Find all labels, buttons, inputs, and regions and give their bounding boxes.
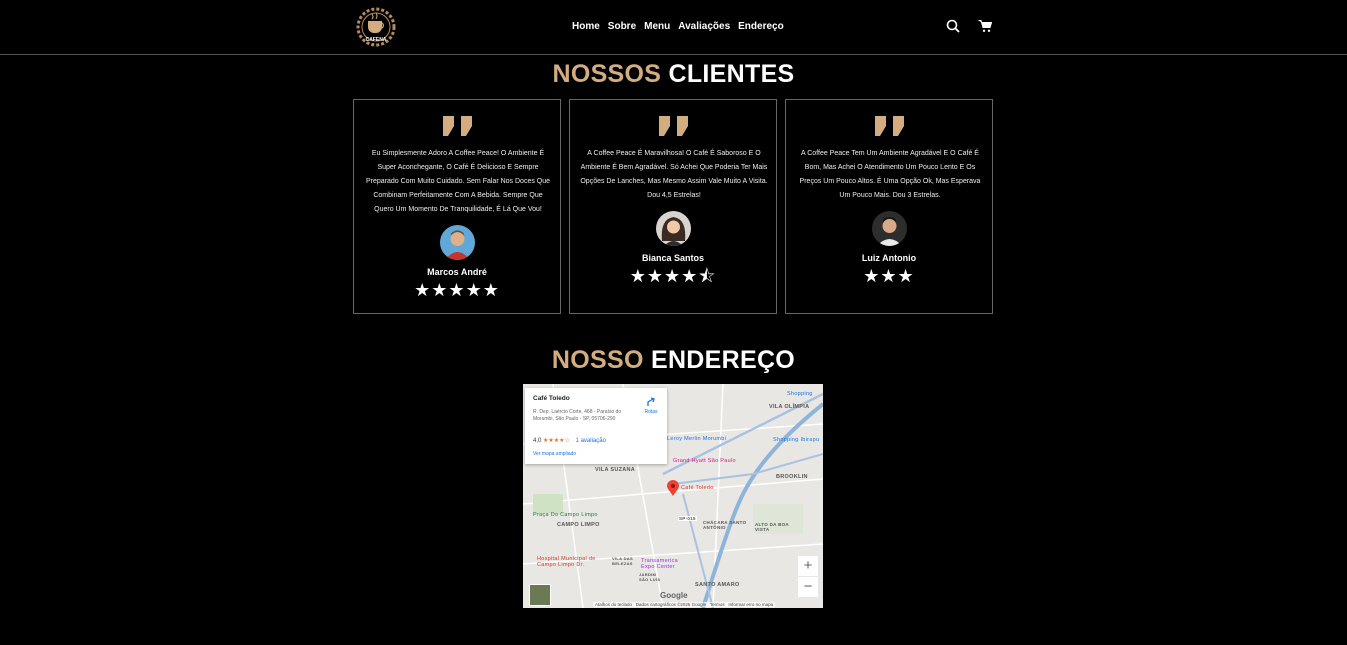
- map-label: Shopping: [787, 391, 813, 397]
- place-name: Café Toledo: [533, 395, 570, 402]
- header-icons: [946, 19, 993, 38]
- zoom-in-button[interactable]: +: [798, 556, 818, 576]
- review-card: Eu Simplesmente Adoro A Coffee Peace! O …: [353, 99, 561, 314]
- site-header: CAFENA Home Sobre Menu Avaliações Endere…: [0, 0, 1347, 55]
- map-pin-icon: [667, 480, 679, 496]
- reviewer-name: Luiz Antonio: [861, 253, 917, 263]
- map-label: VILA DAS BELEZAS: [612, 556, 633, 566]
- quote-icon: [442, 115, 474, 137]
- map-label: JARDIM SÃO LUÍS: [639, 572, 661, 582]
- nav-sobre[interactable]: Sobre: [608, 21, 636, 32]
- review-text: Eu Simplesmente Adoro A Coffee Peace! O …: [365, 150, 551, 213]
- rating-stars: ★★★★⯪: [629, 266, 717, 286]
- map-label: BROOKLIN: [776, 474, 808, 480]
- map-label: VILA SUZANA: [595, 467, 636, 473]
- place-address: R. Dep. Laércio Corte, 468 - Paraíso do …: [533, 409, 622, 422]
- zoom-out-button[interactable]: −: [798, 577, 818, 597]
- reviewer-name: Marcos André: [427, 267, 487, 277]
- larger-map-link[interactable]: Ver mapa ampliado: [533, 451, 576, 457]
- map-label: Leroy Merlin Morumbi: [667, 436, 727, 442]
- map-footer: Atalhos do teclado Dados cartográficos ©…: [593, 602, 776, 607]
- cart-icon[interactable]: [978, 19, 993, 38]
- marker-label: Café Toledo: [681, 485, 714, 491]
- review-card: A Coffee Peace É Maravilhosa! O Café É S…: [569, 99, 777, 314]
- map-label: CAMPO LIMPO: [557, 522, 600, 528]
- map-label: Grand Hyatt São Paulo: [673, 458, 736, 464]
- map-label: Shopping Ibirapu: [773, 437, 820, 443]
- review-cards: Eu Simplesmente Adoro A Coffee Peace! O …: [353, 99, 993, 314]
- review-text: A Coffee Peace Tem Um Ambiente Agradável…: [799, 150, 981, 199]
- avatar: [656, 211, 691, 246]
- map-copyright: Dados cartográficos ©2025 Google: [635, 602, 707, 607]
- reviewer-name: Bianca Santos: [641, 253, 705, 263]
- clients-title-rest: CLIENTES: [668, 60, 795, 88]
- directions-label: Rotas: [644, 409, 658, 415]
- map-marker[interactable]: [667, 480, 679, 502]
- address-section-title: NOSSO ENDEREÇO: [0, 346, 1347, 375]
- nav-avaliacoes[interactable]: Avaliações: [678, 21, 730, 32]
- satellite-toggle[interactable]: [529, 584, 551, 606]
- avatar: [872, 211, 907, 246]
- map-label: Praça Do Campo Limpo: [533, 512, 598, 518]
- nav-home[interactable]: Home: [572, 21, 600, 32]
- map-label: CHÁCARA SANTO ANTÔNIO: [703, 520, 747, 530]
- directions-icon: [647, 397, 655, 406]
- map-label: VILA OLÍMPIA: [769, 404, 810, 410]
- reviews-link[interactable]: 1 avaliação: [576, 438, 606, 444]
- review-card: A Coffee Peace Tem Um Ambiente Agradável…: [785, 99, 993, 314]
- place-rating: 4,0 ★★★★☆ 1 avaliação: [533, 437, 606, 444]
- terms-link[interactable]: Termos: [710, 602, 725, 607]
- address-title-rest: ENDEREÇO: [650, 346, 796, 374]
- address-title-accent: NOSSO: [551, 346, 644, 374]
- rating-value: 4,0: [533, 438, 542, 444]
- rating-stars: ★★★: [863, 266, 915, 286]
- avatar: [440, 225, 475, 260]
- quote-icon: [874, 115, 906, 137]
- review-text: A Coffee Peace É Maravilhosa! O Café É S…: [580, 150, 768, 199]
- main-nav: Home Sobre Menu Avaliações Endereço: [572, 21, 784, 32]
- map-label: Hospital Municipal de Campo Limpo Dr.: [537, 556, 596, 568]
- rating-stars-map: ★★★★☆: [543, 438, 570, 444]
- cafena-logo[interactable]: CAFENA: [352, 6, 400, 48]
- keyboard-shortcuts-link[interactable]: Atalhos do teclado: [595, 602, 632, 607]
- search-icon[interactable]: [946, 19, 960, 38]
- nav-menu[interactable]: Menu: [644, 21, 670, 32]
- clients-title-accent: NOSSOS: [552, 60, 662, 88]
- place-info-card: Café Toledo R. Dep. Laércio Corte, 468 -…: [525, 388, 667, 464]
- report-error-link[interactable]: Informar erro no mapa: [728, 602, 773, 607]
- embedded-map[interactable]: Café Toledo R. Dep. Laércio Corte, 468 -…: [523, 384, 823, 608]
- quote-icon: [658, 115, 690, 137]
- google-logo: Google: [660, 591, 688, 600]
- directions-button[interactable]: Rotas: [641, 397, 661, 415]
- map-label: ALTO DA BOA VISTA: [755, 522, 789, 532]
- clients-section-title: NOSSOS CLIENTES: [0, 60, 1347, 89]
- nav-endereco[interactable]: Endereço: [738, 21, 784, 32]
- logo-text: CAFENA: [366, 37, 387, 43]
- road-label: SP-015: [678, 516, 697, 521]
- rating-stars: ★★★★★: [414, 280, 500, 300]
- map-label: SANTO AMARO: [695, 582, 740, 588]
- map-label: Transamerica Expo Center: [641, 558, 679, 570]
